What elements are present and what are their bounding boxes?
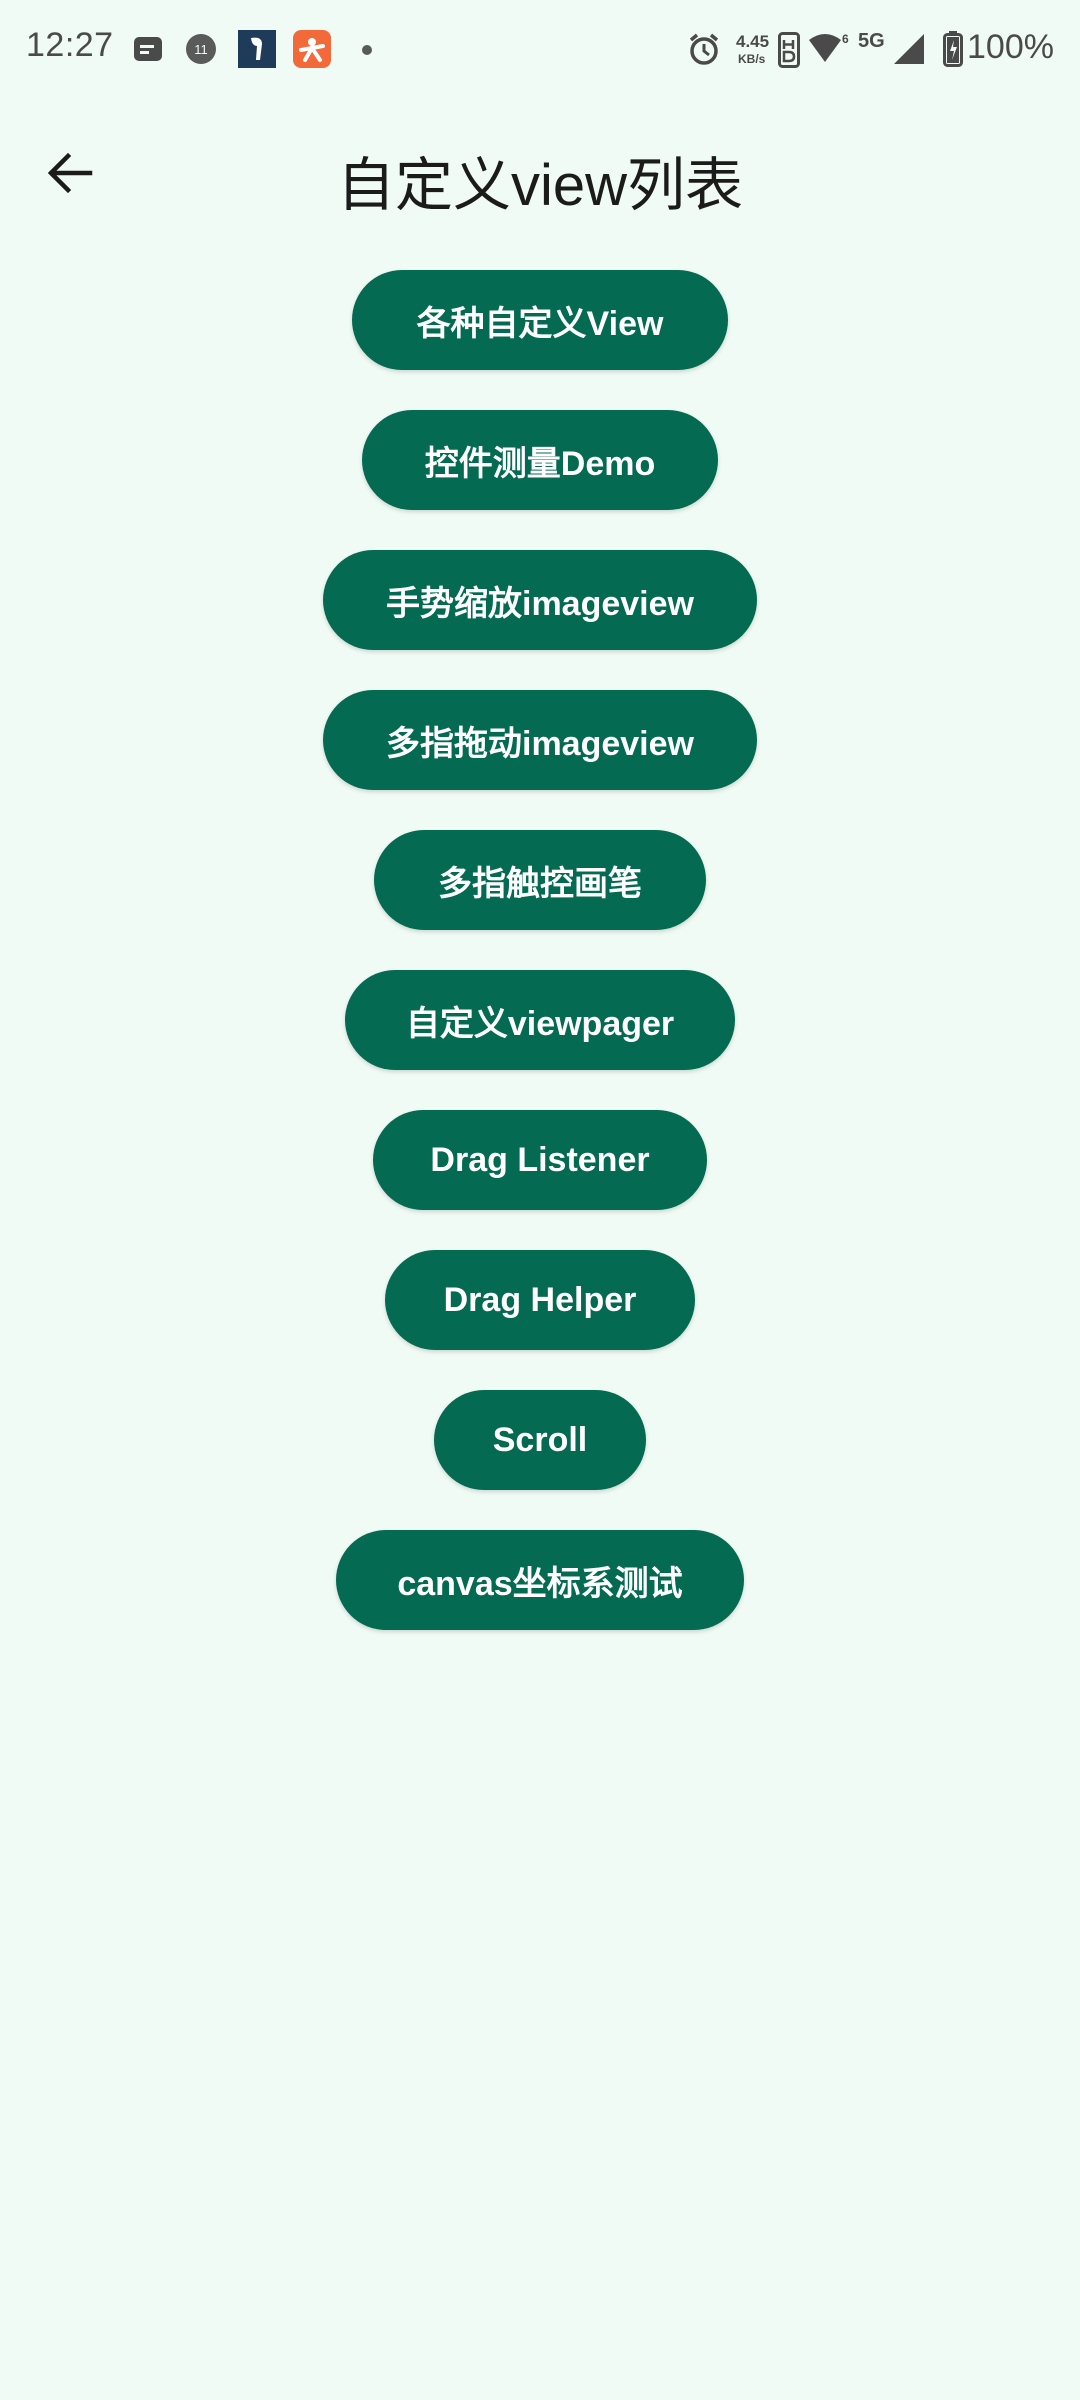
drag-listener-button[interactable]: Drag Listener — [373, 1110, 707, 1210]
scroll-button[interactable]: Scroll — [434, 1390, 646, 1490]
app-bar: 自定义view列表 — [0, 110, 1080, 240]
status-bar: 12:27 11 4.45 KB/s 6 5G 100% — [0, 0, 1080, 100]
notification-badge-count: 11 — [194, 41, 208, 57]
multi-finger-drag-imageview-button[interactable]: 多指拖动imageview — [323, 690, 757, 790]
net-speed-unit: KB/s — [738, 52, 766, 66]
app-icon-orange — [293, 30, 331, 73]
network-type: 5G — [858, 30, 885, 52]
canvas-coordinate-test-button[interactable]: canvas坐标系测试 — [336, 1530, 744, 1630]
svg-text:6: 6 — [842, 32, 849, 46]
app-icon — [238, 30, 276, 73]
alarm-icon — [686, 31, 722, 72]
multi-touch-brush-button[interactable]: 多指触控画笔 — [374, 830, 706, 930]
custom-viewpager-button[interactable]: 自定义viewpager — [345, 970, 735, 1070]
page-title: 自定义view列表 — [336, 153, 744, 218]
wifi-icon: 6 — [806, 30, 850, 71]
battery-icon — [943, 31, 963, 72]
drag-helper-button[interactable]: Drag Helper — [385, 1250, 695, 1350]
gesture-zoom-imageview-button[interactable]: 手势缩放imageview — [323, 550, 757, 650]
signal-icon — [892, 32, 926, 71]
notification-badge-icon: 11 — [186, 34, 216, 64]
net-speed-value: 4.45 — [736, 32, 770, 51]
battery-level: 100% — [967, 28, 1054, 66]
custom-views-button[interactable]: 各种自定义View — [352, 270, 728, 370]
measure-demo-button[interactable]: 控件测量Demo — [362, 410, 718, 510]
dot-icon — [362, 45, 372, 55]
message-icon — [133, 36, 163, 69]
hd-icon — [778, 32, 800, 73]
status-time: 12:27 — [26, 26, 114, 64]
